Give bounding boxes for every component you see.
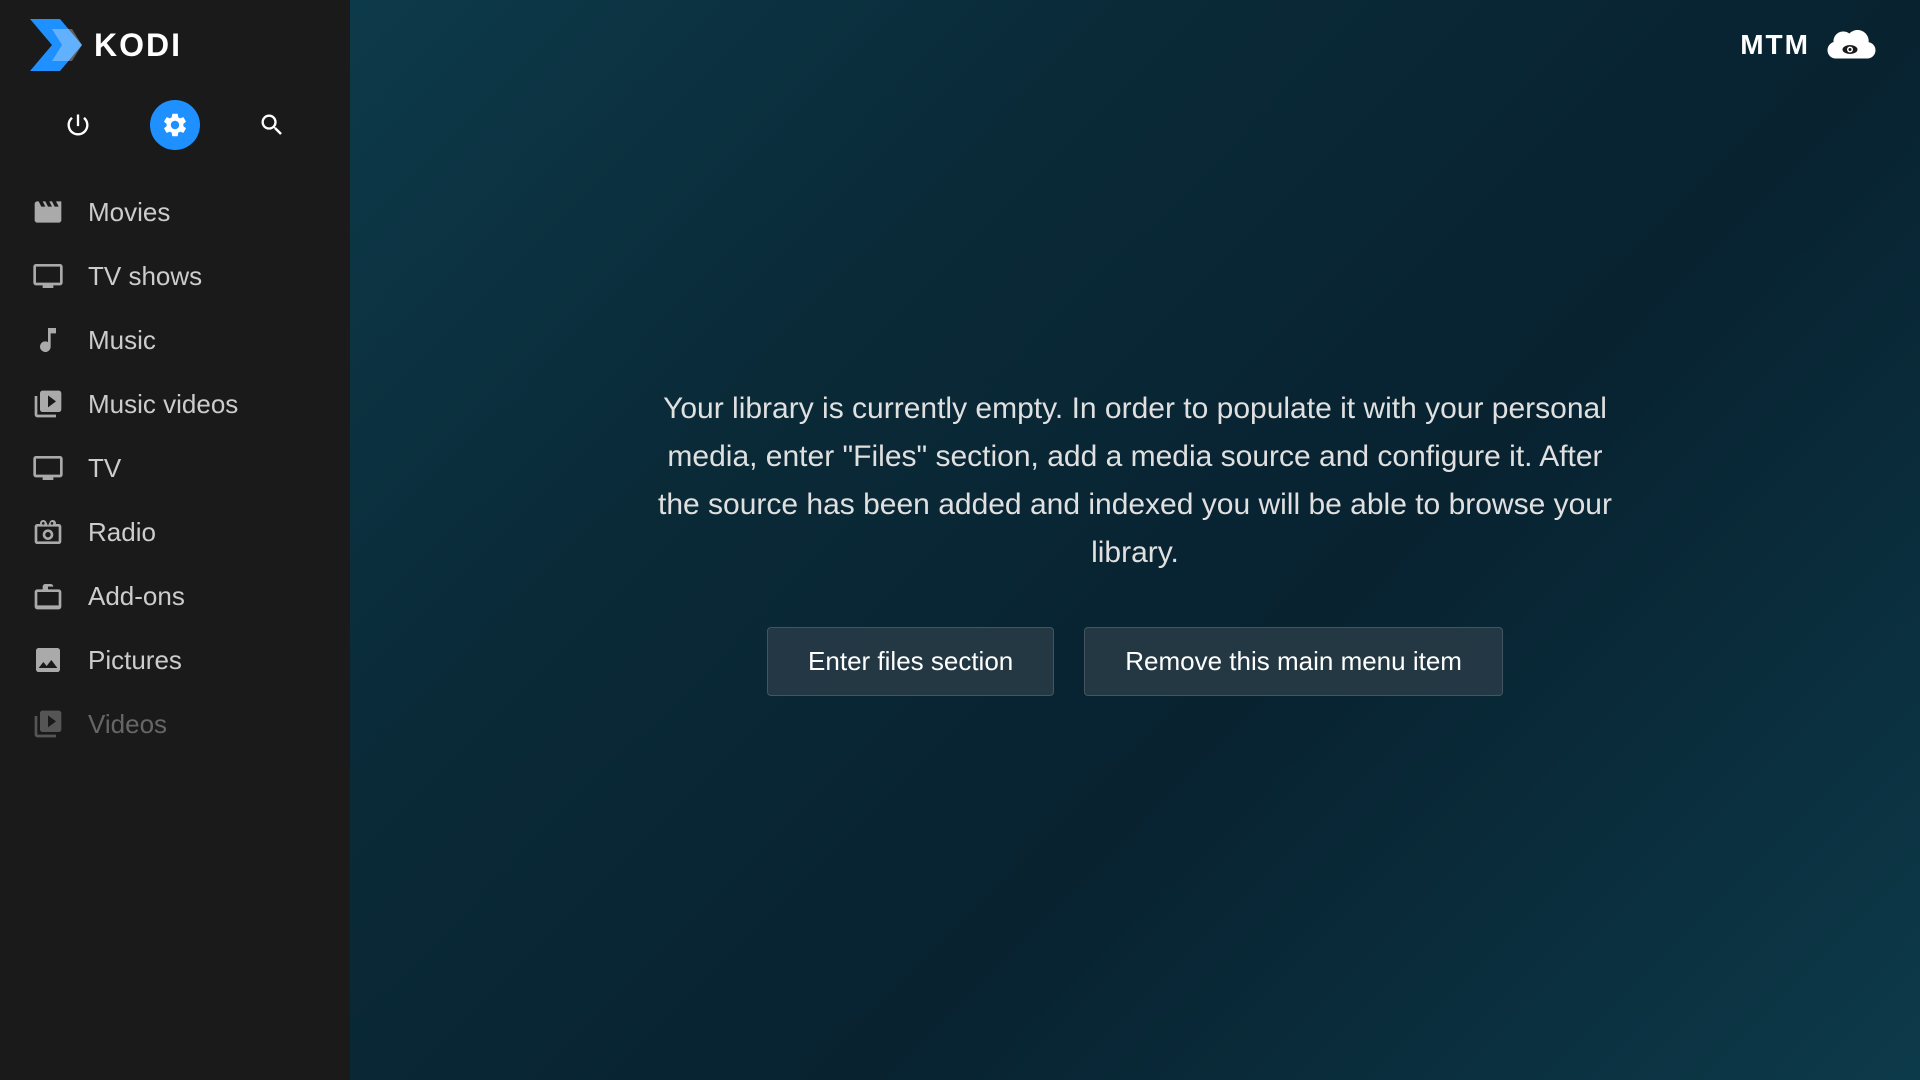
sidebar-item-tv-shows[interactable]: TV shows — [0, 244, 350, 308]
search-icon — [258, 111, 286, 139]
power-button[interactable] — [53, 100, 103, 150]
sidebar-controls — [0, 90, 350, 170]
sidebar-item-music-label: Music — [88, 325, 156, 356]
sidebar-item-radio-label: Radio — [88, 517, 156, 548]
power-icon — [64, 111, 92, 139]
tv-icon — [30, 450, 66, 486]
sidebar-item-music-videos-label: Music videos — [88, 389, 238, 420]
tv-shows-icon — [30, 258, 66, 294]
sidebar-item-music-videos[interactable]: Music videos — [0, 372, 350, 436]
mtm-label: MTM — [1740, 29, 1810, 61]
sidebar-item-videos[interactable]: Videos — [0, 692, 350, 756]
sidebar: KODI Movies — [0, 0, 350, 1080]
sidebar-item-tv-shows-label: TV shows — [88, 261, 202, 292]
mtm-logo: MTM — [1740, 25, 1880, 65]
app-name: KODI — [94, 27, 182, 64]
sidebar-nav: Movies TV shows Music Music videos — [0, 170, 350, 1080]
mtm-cloud-icon — [1820, 25, 1880, 65]
kodi-logo-icon — [30, 19, 82, 71]
kodi-logo: KODI — [30, 19, 182, 71]
sidebar-item-add-ons-label: Add-ons — [88, 581, 185, 612]
sidebar-item-radio[interactable]: Radio — [0, 500, 350, 564]
sidebar-item-videos-label: Videos — [88, 709, 167, 740]
sidebar-item-tv[interactable]: TV — [0, 436, 350, 500]
search-button[interactable] — [247, 100, 297, 150]
music-videos-icon — [30, 386, 66, 422]
center-content: Your library is currently empty. In orde… — [585, 385, 1685, 696]
movies-icon — [30, 194, 66, 230]
remove-menu-item-button[interactable]: Remove this main menu item — [1084, 627, 1503, 696]
action-buttons: Enter files section Remove this main men… — [767, 627, 1503, 696]
sidebar-item-movies-label: Movies — [88, 197, 170, 228]
sidebar-item-add-ons[interactable]: Add-ons — [0, 564, 350, 628]
sidebar-item-music[interactable]: Music — [0, 308, 350, 372]
library-message: Your library is currently empty. In orde… — [645, 385, 1625, 577]
pictures-icon — [30, 642, 66, 678]
sidebar-item-movies[interactable]: Movies — [0, 180, 350, 244]
main-content: MTM Your library is currently empty. In … — [350, 0, 1920, 1080]
settings-button[interactable] — [150, 100, 200, 150]
sidebar-item-pictures-label: Pictures — [88, 645, 182, 676]
enter-files-section-button[interactable]: Enter files section — [767, 627, 1054, 696]
sidebar-header: KODI — [0, 0, 350, 90]
music-icon — [30, 322, 66, 358]
settings-icon — [161, 111, 189, 139]
sidebar-item-tv-label: TV — [88, 453, 121, 484]
radio-icon — [30, 514, 66, 550]
videos-icon — [30, 706, 66, 742]
sidebar-item-pictures[interactable]: Pictures — [0, 628, 350, 692]
add-ons-icon — [30, 578, 66, 614]
